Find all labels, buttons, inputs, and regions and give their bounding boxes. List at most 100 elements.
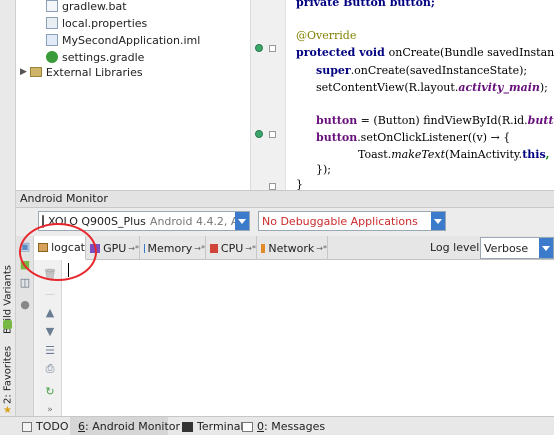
tree-item-label: settings.gradle xyxy=(62,50,145,64)
tree-item-gradlew-bat[interactable]: gradlew.bat xyxy=(46,0,127,15)
logcat-toolbar: 🗑 — ▲ ▼ ☰ ⎙ ↻ » xyxy=(40,260,62,416)
soft-wrap-icon[interactable]: ☰ xyxy=(43,343,57,357)
android-monitor-tab[interactable]: 6: Android Monitor xyxy=(70,417,180,435)
tab-network[interactable]: Network →* xyxy=(257,236,328,260)
code-line: button = (Button) findViewById(R.id.butt… xyxy=(316,114,554,127)
arrow-down-icon[interactable]: ▼ xyxy=(43,324,57,338)
code-line: setContentView(R.layout.activity_main); xyxy=(316,81,548,94)
tree-item-label: External Libraries xyxy=(45,65,143,79)
library-icon xyxy=(29,67,42,77)
todo-tab[interactable]: TODO xyxy=(18,417,73,435)
project-tree: gradlew.bat local.properties MySecondApp… xyxy=(16,0,250,190)
code-editor[interactable]: private Button button; @Override protect… xyxy=(286,0,554,190)
code-line: super.onCreate(savedInstanceState); xyxy=(316,64,527,77)
field-text: activity_main xyxy=(458,81,540,94)
log-level-value: Verbose xyxy=(484,241,529,255)
tab-label: : Messages xyxy=(264,420,326,433)
messages-icon xyxy=(242,421,253,432)
ide-window: Build Variants 2: Favorites ★ gradlew.ba… xyxy=(0,0,554,435)
terminal-icon xyxy=(182,421,193,432)
pin-icon[interactable]: →* xyxy=(245,244,256,253)
expand-arrow-icon[interactable]: ▶ xyxy=(20,67,27,77)
code-line: private Button button; xyxy=(296,0,435,9)
code-text: ); xyxy=(539,81,548,94)
code-text: .onCreate(savedInstanceState); xyxy=(350,64,528,77)
tab-cpu[interactable]: CPU →* xyxy=(206,236,257,260)
memory-icon xyxy=(144,243,145,253)
cpu-icon xyxy=(210,243,218,253)
tree-item-label: gradlew.bat xyxy=(62,0,127,13)
code-text: .setOnClickListener((v) → { xyxy=(357,131,511,144)
shortcut-number: 6 xyxy=(78,420,85,433)
editor-gutter xyxy=(250,0,286,190)
tab-memory[interactable]: Memory →* xyxy=(140,236,206,260)
annotation-text: @Override xyxy=(296,29,357,42)
more-icon[interactable]: » xyxy=(43,403,57,417)
keyword-text: this xyxy=(522,148,546,161)
code-text: onCreate(Bundle savedInstanceSta xyxy=(388,46,554,59)
stop-icon[interactable]: ● xyxy=(18,297,32,311)
chevron-down-icon[interactable] xyxy=(431,212,445,230)
device-row: XOLO Q900S_Plus Android 4.4.2, API 19 No… xyxy=(16,208,554,236)
fold-marker-icon[interactable] xyxy=(269,45,276,52)
code-text: = (Button) findViewById(R.id. xyxy=(357,114,528,127)
tab-label: CPU xyxy=(220,241,244,255)
tab-label: : Android Monitor xyxy=(85,420,181,433)
code-text: }); xyxy=(316,163,331,176)
pin-icon[interactable]: →* xyxy=(128,244,139,253)
pin-icon[interactable]: →* xyxy=(316,244,327,253)
tree-item-label: local.properties xyxy=(62,16,148,30)
code-text: (MainActivity. xyxy=(445,148,523,161)
android-monitor-title: Android Monitor xyxy=(16,190,554,208)
restart-icon[interactable]: ↻ xyxy=(43,384,57,398)
star-icon: ★ xyxy=(3,405,12,416)
print-icon[interactable]: ⎙ xyxy=(43,362,57,376)
pin-icon[interactable]: →* xyxy=(194,244,205,253)
code-text: private Button button; xyxy=(296,0,435,9)
code-line: button.setOnClickListener((v) → { xyxy=(316,131,510,144)
chevron-down-icon[interactable] xyxy=(235,212,249,230)
string-text: , "x xyxy=(545,148,554,161)
network-icon xyxy=(261,243,266,253)
chevron-down-icon[interactable] xyxy=(539,238,553,258)
tree-item-iml[interactable]: MySecondApplication.iml xyxy=(46,31,200,49)
file-icon xyxy=(46,0,58,12)
tab-label: Memory xyxy=(147,241,193,255)
arrow-up-icon[interactable]: ▲ xyxy=(43,305,57,319)
module-file-icon xyxy=(46,34,58,46)
android-icon xyxy=(3,320,12,329)
code-text: } xyxy=(296,178,303,190)
fold-marker-icon[interactable] xyxy=(269,183,276,190)
bottom-tool-bar: TODO 6: Android Monitor Terminal 0: Mess… xyxy=(0,416,554,435)
layout-inspector-icon[interactable]: ◫ xyxy=(18,275,32,289)
tree-item-external-libraries[interactable]: ▶ External Libraries xyxy=(20,63,143,81)
favorites-tab[interactable]: 2: Favorites xyxy=(1,340,15,404)
panel-title: Android Monitor xyxy=(20,192,108,205)
tab-label: GPU xyxy=(103,241,127,255)
field-text: button xyxy=(316,114,358,127)
keyword-text: super xyxy=(316,64,351,77)
code-line: }); xyxy=(316,163,331,176)
tab-label: Network xyxy=(268,241,315,255)
code-line: @Override xyxy=(296,29,356,42)
fold-marker-icon[interactable] xyxy=(269,131,276,138)
code-text: Toast. xyxy=(358,148,392,161)
lambda-marker-icon[interactable] xyxy=(255,130,263,138)
code-line: protected void onCreate(Bundle savedInst… xyxy=(296,46,554,59)
field-text: button xyxy=(316,131,358,144)
logcat-output[interactable] xyxy=(62,260,554,416)
keyword-text: protected void xyxy=(296,46,389,59)
messages-tab[interactable]: 0: Messages xyxy=(238,417,329,435)
highlight-circle xyxy=(19,223,97,281)
process-dropdown[interactable]: No Debuggable Applications xyxy=(258,211,446,231)
divider: — xyxy=(45,288,55,300)
code-text: makeText xyxy=(391,148,446,161)
override-marker-icon[interactable] xyxy=(255,44,263,52)
todo-icon xyxy=(22,421,32,432)
log-level-dropdown[interactable]: Verbose xyxy=(480,237,554,259)
tree-item-local-properties[interactable]: local.properties xyxy=(46,14,147,32)
code-line: Toast.makeText(MainActivity.this, "x xyxy=(358,148,554,161)
process-label: No Debuggable Applications xyxy=(262,214,418,228)
tab-label: TODO xyxy=(36,420,69,433)
code-text: setContentView(R.layout. xyxy=(316,81,459,94)
